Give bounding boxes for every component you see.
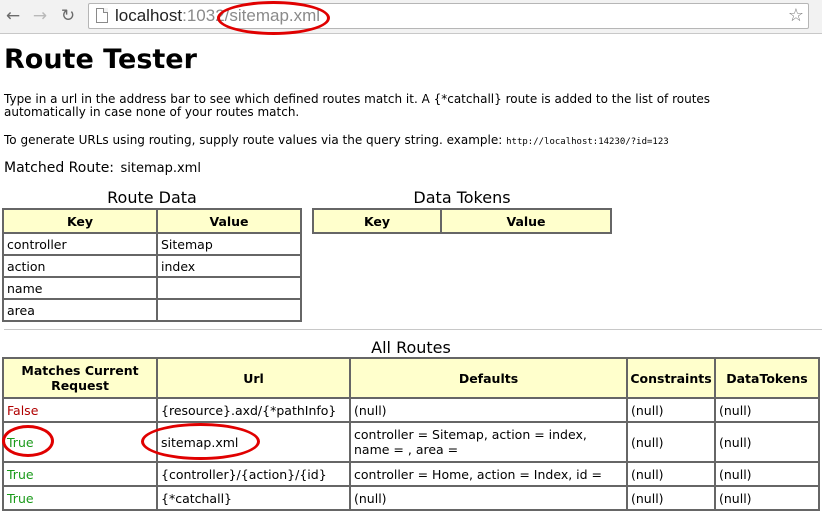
data-tokens-caption: Data Tokens	[413, 188, 511, 207]
key-cell: action	[2, 254, 158, 278]
table-row: True {*catchall} (null) (null) (null)	[2, 485, 820, 511]
datatokens-cell: (null)	[714, 461, 820, 487]
url-cell: sitemap.xml	[156, 421, 351, 463]
value-cell	[156, 298, 302, 322]
forward-arrow-icon[interactable]: →	[31, 6, 49, 26]
defaults-cell: (null)	[349, 485, 628, 511]
defaults-cell: (null)	[349, 397, 628, 423]
table-header-row: Key Value	[2, 208, 302, 234]
column-header-url: Url	[156, 357, 351, 399]
route-data-caption: Route Data	[107, 188, 197, 207]
value-cell: index	[156, 254, 302, 278]
key-cell: name	[2, 276, 158, 300]
column-header-defaults: Defaults	[349, 357, 628, 399]
table-row: True sitemap.xml controller = Sitemap, a…	[2, 421, 820, 463]
column-header-key: Key	[312, 208, 442, 234]
column-header-value: Value	[440, 208, 612, 234]
url-cell: {controller}/{action}/{id}	[156, 461, 351, 487]
browser-toolbar: ← → ↻ localhost:1032/sitemap.xml ☆	[0, 0, 822, 34]
page-icon	[96, 8, 108, 23]
url-path: /sitemap.xml	[224, 6, 321, 25]
howto-label: To generate URLs using routing, supply r…	[4, 133, 503, 147]
table-row: action index	[2, 254, 302, 278]
url-cell: {resource}.axd/{*pathInfo}	[156, 397, 351, 423]
howto-text: To generate URLs using routing, supply r…	[4, 133, 669, 149]
value-cell	[156, 276, 302, 300]
table-header-row: Matches Current Request Url Defaults Con…	[2, 357, 820, 399]
data-tokens-table: Key Value	[312, 208, 612, 234]
table-row: controller Sitemap	[2, 232, 302, 256]
datatokens-cell: (null)	[714, 421, 820, 463]
matches-cell: True	[2, 461, 158, 487]
column-header-datatokens: DataTokens	[714, 357, 820, 399]
key-cell: area	[2, 298, 158, 322]
bookmark-star-icon[interactable]: ☆	[788, 5, 804, 27]
address-bar[interactable]: localhost:1032/sitemap.xml ☆	[88, 3, 809, 29]
datatokens-cell: (null)	[714, 397, 820, 423]
matched-route: Matched Route: sitemap.xml	[4, 160, 201, 176]
matches-cell: True	[2, 421, 158, 463]
all-routes-caption: All Routes	[371, 338, 451, 357]
back-arrow-icon[interactable]: ←	[4, 6, 22, 26]
all-routes-table: Matches Current Request Url Defaults Con…	[2, 357, 820, 511]
value-cell: Sitemap	[156, 232, 302, 256]
route-data-table: Key Value controller Sitemap action inde…	[2, 208, 302, 322]
url-host: localhost	[115, 6, 183, 25]
url-text[interactable]: localhost:1032/sitemap.xml	[115, 6, 320, 26]
matches-cell: False	[2, 397, 158, 423]
matched-route-value: sitemap.xml	[120, 161, 201, 176]
constraints-cell: (null)	[626, 397, 716, 423]
howto-example: http://localhost:14230/?id=123	[506, 137, 669, 147]
url-port: :1032	[182, 6, 225, 25]
reload-icon[interactable]: ↻	[59, 6, 77, 26]
column-header-constraints: Constraints	[626, 357, 716, 399]
defaults-cell: controller = Sitemap, action = index, na…	[349, 421, 628, 463]
page-title: Route Tester	[4, 44, 197, 75]
url-cell: {*catchall}	[156, 485, 351, 511]
defaults-cell: controller = Home, action = Index, id =	[349, 461, 628, 487]
intro-text: Type in a url in the address bar to see …	[4, 92, 711, 119]
table-row: name	[2, 276, 302, 300]
key-cell: controller	[2, 232, 158, 256]
constraints-cell: (null)	[626, 461, 716, 487]
table-header-row: Key Value	[312, 208, 612, 234]
column-header-matches: Matches Current Request	[2, 357, 158, 399]
section-divider	[4, 329, 822, 330]
table-row: area	[2, 298, 302, 322]
constraints-cell: (null)	[626, 421, 716, 463]
matches-cell: True	[2, 485, 158, 511]
column-header-key: Key	[2, 208, 158, 234]
table-row: True {controller}/{action}/{id} controll…	[2, 461, 820, 487]
table-row: False {resource}.axd/{*pathInfo} (null) …	[2, 397, 820, 423]
constraints-cell: (null)	[626, 485, 716, 511]
datatokens-cell: (null)	[714, 485, 820, 511]
column-header-value: Value	[156, 208, 302, 234]
matched-route-label: Matched Route:	[4, 160, 115, 176]
